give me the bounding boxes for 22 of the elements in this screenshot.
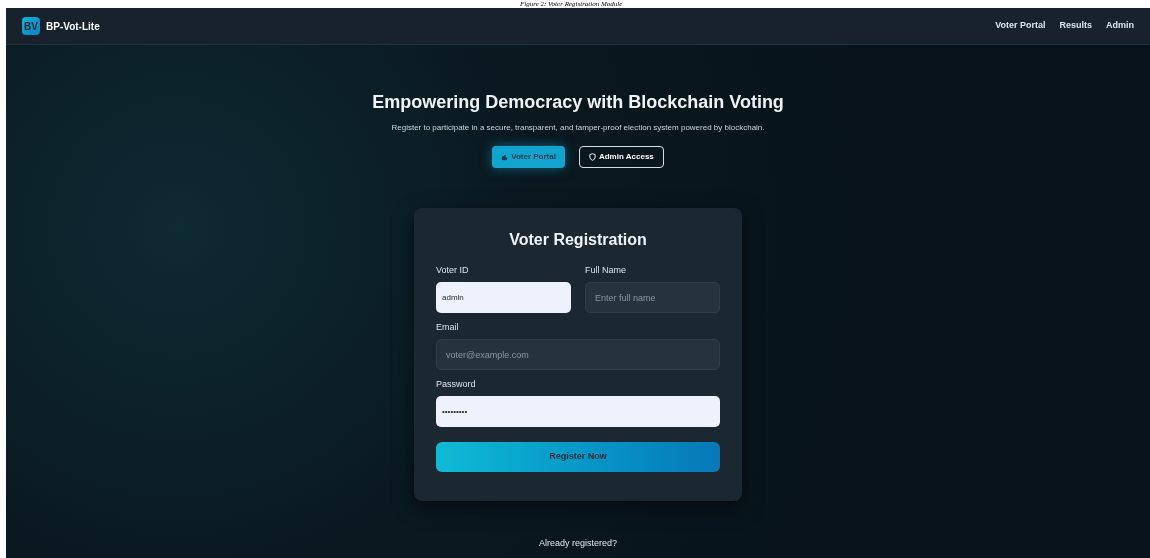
form-title: Voter Registration [508,230,648,250]
input-field[interactable]: admin [436,282,571,313]
logo-badge: BV [22,17,40,35]
input-field[interactable]: ••••••••• [436,396,720,427]
hero-title: Empowering Democracy with Blockchain Voting [372,91,784,114]
field-label: Email [436,321,460,333]
shield-icon [588,153,596,161]
input-field[interactable]: voter@example.com [436,339,720,370]
nav-link[interactable]: Results [1059,19,1092,33]
hero-subtitle: Register to participate in a secure, transparent, and tamper-proof election system powered by blockchain. [391,122,765,134]
register-button[interactable]: Register Now [436,442,720,472]
hand-icon [501,153,509,161]
input-field[interactable]: Enter full name [585,282,720,313]
field-label: Password [436,378,477,390]
brand-name: BP-Vot-Lite [46,19,100,34]
nav-link[interactable]: Voter Portal [995,19,1046,33]
nav-link[interactable]: Admin [1106,19,1134,33]
already-registered-text: Already registered? [538,537,617,549]
admin-access-button[interactable]: Admin Access [578,146,664,168]
voter-portal-button[interactable]: Voter Portal [492,146,565,168]
field-label: Full Name [585,264,627,276]
field-label: Voter ID [436,264,470,276]
